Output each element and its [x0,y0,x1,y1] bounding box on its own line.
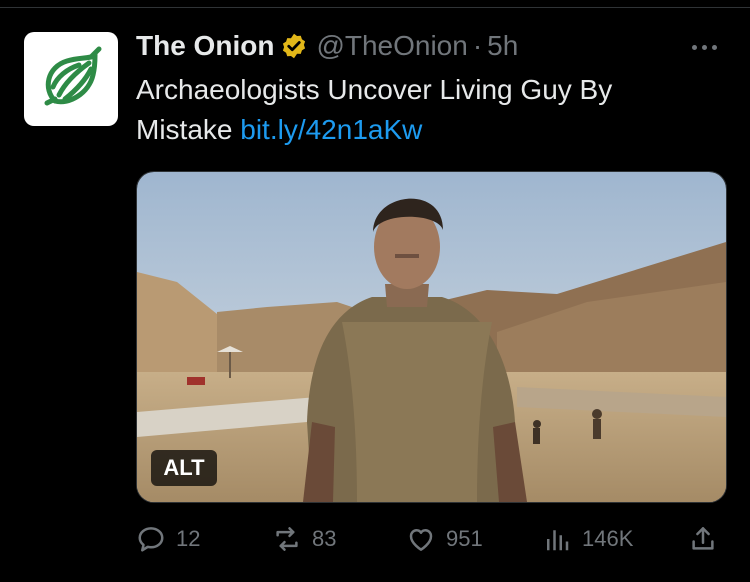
tweet-text: Archaeologists Uncover Living Guy By Mis… [136,70,716,150]
tweet-link[interactable]: bit.ly/42n1aKw [240,114,422,145]
action-bar: 12 83 951 146K [136,520,726,558]
avatar[interactable] [24,32,118,126]
tweet-image[interactable]: ALT [136,171,727,503]
repost-count: 83 [312,526,337,551]
author-name[interactable]: The Onion [136,30,274,62]
like-button[interactable]: 951 [406,520,483,558]
repost-button[interactable]: 83 [272,520,336,558]
alt-badge[interactable]: ALT [151,450,217,486]
like-count: 951 [446,526,483,551]
reply-button[interactable]: 12 [136,520,200,558]
author-handle[interactable]: @TheOnion [316,30,467,62]
heart-icon [409,529,433,551]
views-count: 146K [582,526,634,551]
repost-icon [276,527,298,551]
onion-logo-icon [44,46,102,106]
tweet-header: The Onion @TheOnion · 5h [136,28,518,64]
verified-badge-icon [283,33,306,59]
more-icon[interactable] [692,40,724,54]
views-icon [547,530,569,551]
share-icon [692,527,714,550]
reply-icon [138,527,164,552]
share-button[interactable] [688,520,718,558]
separator: · [472,30,483,61]
top-divider [0,7,750,8]
desert-excavation-photo [137,172,726,502]
reply-count: 12 [176,526,201,551]
timestamp[interactable]: 5h [487,30,518,62]
views-button[interactable]: 146K [542,520,633,558]
